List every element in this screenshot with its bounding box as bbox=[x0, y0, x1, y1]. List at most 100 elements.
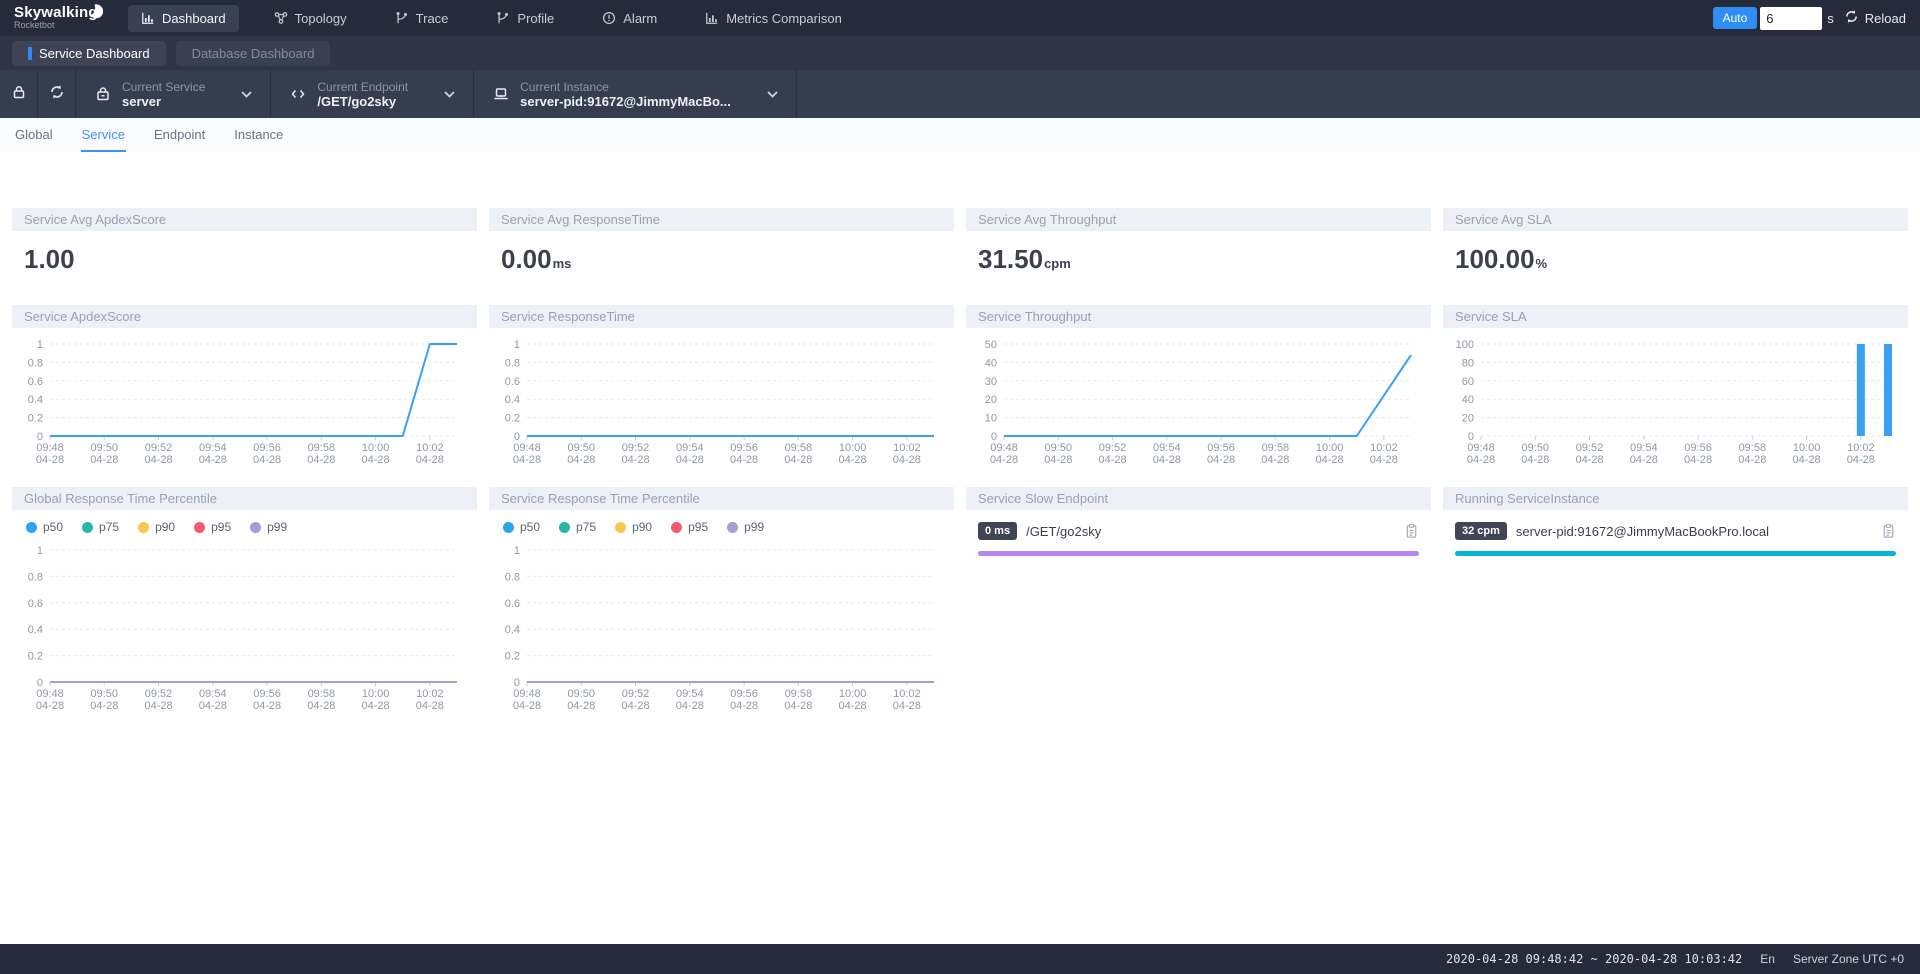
refresh-icon bbox=[49, 84, 65, 105]
nav-item-dashboard[interactable]: Dashboard bbox=[128, 5, 239, 32]
legend-label: p50 bbox=[520, 520, 540, 534]
nav-item-trace[interactable]: Trace bbox=[382, 5, 462, 32]
legend-item-p99[interactable]: p99 bbox=[250, 520, 287, 534]
svg-text:1: 1 bbox=[514, 339, 520, 351]
stat-unit: ms bbox=[553, 256, 572, 271]
svg-text:04-28: 04-28 bbox=[199, 454, 227, 466]
nav-item-alarm[interactable]: Alarm bbox=[589, 5, 670, 32]
language-switch[interactable]: En bbox=[1760, 952, 1775, 966]
clipboard-icon[interactable] bbox=[1404, 523, 1419, 539]
svg-text:0.4: 0.4 bbox=[28, 394, 43, 406]
endpoint-name: /GET/go2sky bbox=[1026, 524, 1395, 539]
stat-value: 1.00 bbox=[24, 244, 75, 274]
selector-value: server bbox=[122, 94, 205, 109]
code-brackets-icon bbox=[289, 85, 307, 103]
svg-text:09:52: 09:52 bbox=[622, 442, 650, 454]
tab-service[interactable]: Service bbox=[81, 119, 126, 152]
tab-global[interactable]: Global bbox=[14, 119, 54, 152]
bar-chart-icon bbox=[705, 11, 719, 25]
svg-text:04-28: 04-28 bbox=[1098, 454, 1126, 466]
legend-item-p75[interactable]: p75 bbox=[82, 520, 119, 534]
svg-text:04-28: 04-28 bbox=[1847, 454, 1875, 466]
timezone-label[interactable]: Server Zone UTC +0 bbox=[1793, 952, 1904, 966]
legend-item-p90[interactable]: p90 bbox=[138, 520, 175, 534]
auto-reload-button[interactable]: Auto bbox=[1713, 7, 1758, 29]
lock-button[interactable] bbox=[0, 70, 38, 118]
svg-text:04-28: 04-28 bbox=[1207, 454, 1235, 466]
legend-item-p50[interactable]: p50 bbox=[503, 520, 540, 534]
svg-text:04-28: 04-28 bbox=[144, 454, 172, 466]
legend-dot bbox=[671, 522, 682, 533]
svg-text:09:50: 09:50 bbox=[568, 442, 596, 454]
svg-text:04-28: 04-28 bbox=[990, 454, 1018, 466]
stat-card-apdex: Service Avg ApdexScore 1.00 bbox=[12, 208, 477, 291]
service-icon bbox=[94, 85, 112, 103]
svg-text:0.2: 0.2 bbox=[505, 651, 520, 663]
svg-text:0.4: 0.4 bbox=[505, 624, 520, 636]
card-title: Service Slow Endpoint bbox=[966, 487, 1431, 510]
refresh-button[interactable] bbox=[38, 70, 76, 118]
svg-text:09:50: 09:50 bbox=[1522, 442, 1550, 454]
dashboard-content: Service Avg ApdexScore 1.00 Service Avg … bbox=[0, 152, 1920, 719]
interval-unit-label: s bbox=[1827, 11, 1834, 26]
svg-text:04-28: 04-28 bbox=[1575, 454, 1603, 466]
nav-item-metrics-comparison[interactable]: Metrics Comparison bbox=[692, 5, 855, 32]
clipboard-icon[interactable] bbox=[1881, 523, 1896, 539]
stat-card-response-time: Service Avg ResponseTime 0.00ms bbox=[489, 208, 954, 291]
svg-text:40: 40 bbox=[985, 357, 997, 369]
svg-text:09:50: 09:50 bbox=[91, 442, 119, 454]
service-dashboard-button[interactable]: Service Dashboard bbox=[12, 41, 166, 66]
svg-text:04-28: 04-28 bbox=[1521, 454, 1549, 466]
svg-text:04-28: 04-28 bbox=[676, 700, 704, 712]
current-endpoint-selector[interactable]: Current Endpoint /GET/go2sky bbox=[271, 70, 474, 118]
svg-text:50: 50 bbox=[985, 339, 997, 351]
current-service-selector[interactable]: Current Service server bbox=[76, 70, 271, 118]
svg-text:10:00: 10:00 bbox=[362, 442, 390, 454]
svg-text:04-28: 04-28 bbox=[839, 700, 867, 712]
svg-text:09:52: 09:52 bbox=[622, 688, 650, 700]
nav-item-topology[interactable]: Topology bbox=[261, 5, 360, 32]
svg-text:10:02: 10:02 bbox=[416, 688, 444, 700]
legend-item-p90[interactable]: p90 bbox=[615, 520, 652, 534]
reload-icon bbox=[1844, 9, 1859, 27]
top-navbar: Skywalking Rocketbot Dashboard Topology … bbox=[0, 0, 1920, 36]
tab-instance[interactable]: Instance bbox=[233, 119, 284, 152]
tab-endpoint[interactable]: Endpoint bbox=[153, 119, 206, 152]
legend-dot bbox=[82, 522, 93, 533]
legend-item-p99[interactable]: p99 bbox=[727, 520, 764, 534]
card-title: Service SLA bbox=[1443, 305, 1908, 328]
nav-item-profile[interactable]: Profile bbox=[483, 5, 567, 32]
database-dashboard-button[interactable]: Database Dashboard bbox=[176, 41, 331, 66]
svg-text:09:48: 09:48 bbox=[513, 688, 541, 700]
reload-control[interactable]: Reload bbox=[1844, 9, 1906, 27]
nav-label: Profile bbox=[517, 11, 554, 26]
stat-value: 31.50 bbox=[978, 244, 1043, 274]
svg-text:10:00: 10:00 bbox=[362, 688, 390, 700]
legend-item-p95[interactable]: p95 bbox=[671, 520, 708, 534]
svg-text:04-28: 04-28 bbox=[567, 700, 595, 712]
svg-text:04-28: 04-28 bbox=[784, 454, 812, 466]
lock-icon bbox=[11, 84, 27, 105]
current-instance-selector[interactable]: Current Instance server-pid:91672@JimmyM… bbox=[474, 70, 797, 118]
legend-item-p75[interactable]: p75 bbox=[559, 520, 596, 534]
legend-item-p95[interactable]: p95 bbox=[194, 520, 231, 534]
svg-text:04-28: 04-28 bbox=[1316, 454, 1344, 466]
svg-text:09:52: 09:52 bbox=[145, 442, 173, 454]
app-logo[interactable]: Skywalking Rocketbot bbox=[14, 6, 114, 30]
response-time-line-chart: 00.20.40.60.8109:4804-2809:5004-2809:520… bbox=[489, 336, 954, 473]
card-title: Service Avg ApdexScore bbox=[12, 208, 477, 231]
svg-text:04-28: 04-28 bbox=[90, 700, 118, 712]
legend-dot bbox=[615, 522, 626, 533]
svg-text:10:02: 10:02 bbox=[893, 688, 921, 700]
svg-text:09:54: 09:54 bbox=[1153, 442, 1181, 454]
svg-text:10:02: 10:02 bbox=[1847, 442, 1875, 454]
reload-interval-input[interactable] bbox=[1760, 7, 1822, 30]
svg-text:09:56: 09:56 bbox=[1207, 442, 1235, 454]
nav-label: Trace bbox=[416, 11, 449, 26]
svg-text:0.8: 0.8 bbox=[28, 571, 43, 583]
svg-text:09:56: 09:56 bbox=[253, 442, 281, 454]
svg-text:0.8: 0.8 bbox=[505, 571, 520, 583]
chart-card-apdex: Service ApdexScore 00.20.40.60.8109:4804… bbox=[12, 305, 477, 473]
chart-card-sla: Service SLA 02040608010009:4804-2809:500… bbox=[1443, 305, 1908, 473]
legend-item-p50[interactable]: p50 bbox=[26, 520, 63, 534]
